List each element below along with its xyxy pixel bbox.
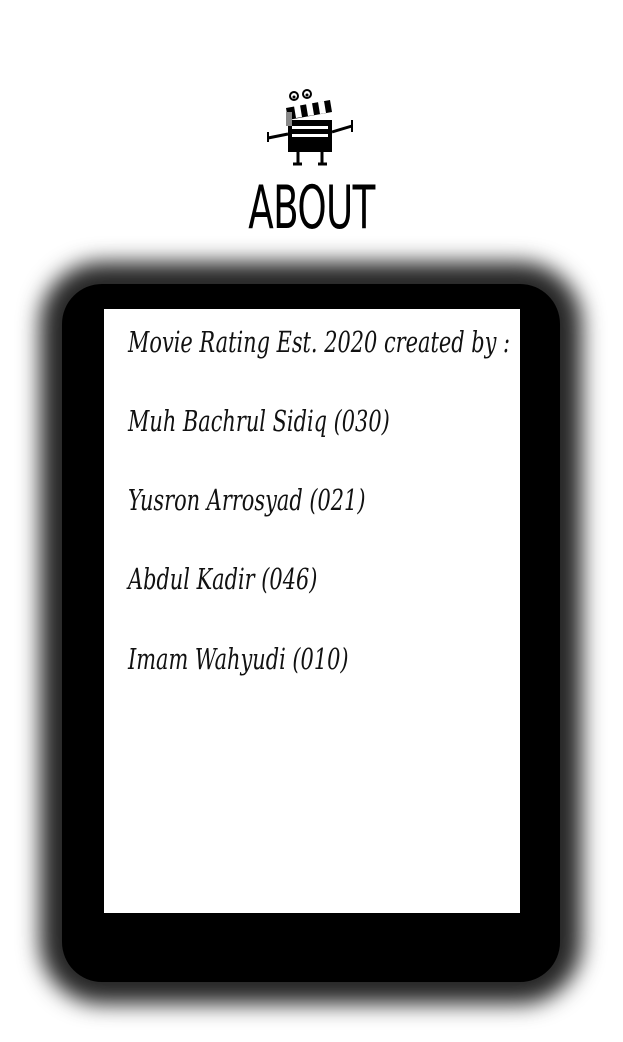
page-title: ABOUT	[248, 173, 375, 243]
author-name: Abdul Kadir (046)	[128, 562, 318, 596]
author-name: Yusron Arrosyad (021)	[128, 483, 366, 517]
about-card	[104, 309, 520, 913]
author-name: Muh Bachrul Sidiq (030)	[128, 404, 390, 438]
clapperboard-mascot-icon	[260, 86, 360, 170]
about-intro-text: Movie Rating Est. 2020 created by :	[128, 325, 511, 359]
author-name: Imam Wahyudi (010)	[128, 642, 349, 676]
